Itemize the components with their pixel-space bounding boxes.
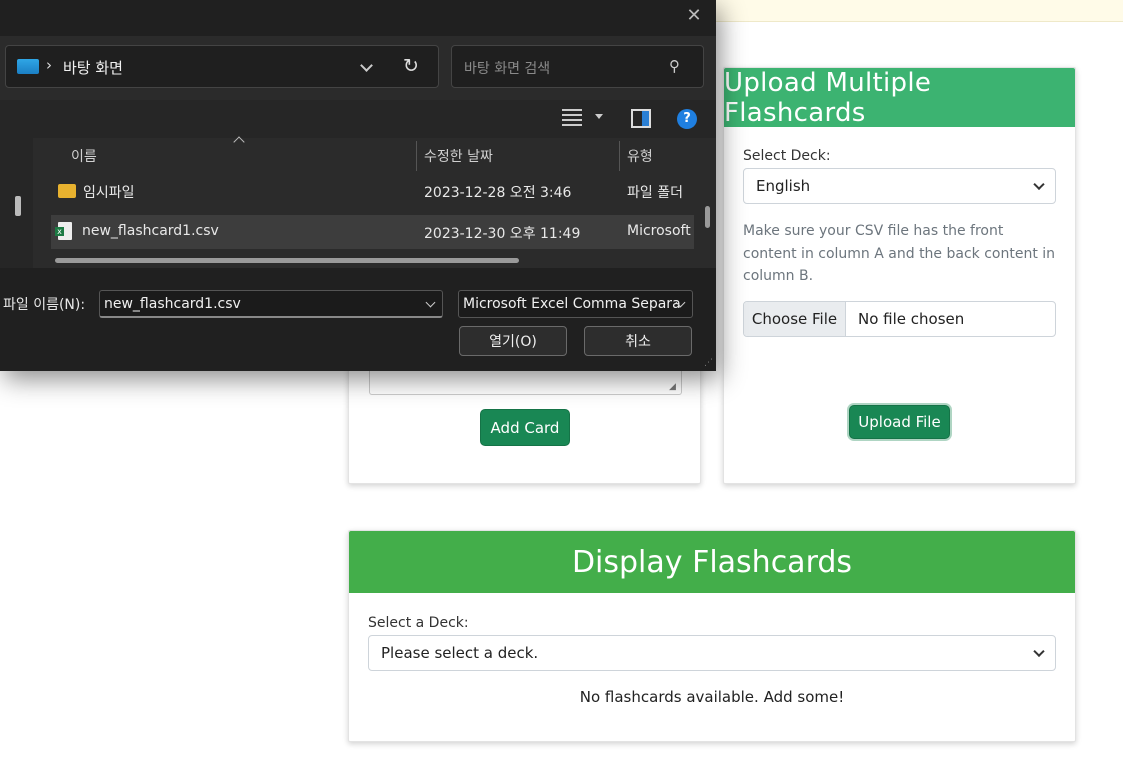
display-flashcards-card: Display Flashcards Select a Deck: Please… bbox=[348, 530, 1076, 742]
column-header-name[interactable]: 이름 bbox=[71, 146, 97, 166]
address-bar[interactable]: › 바탕 화면 ↻ bbox=[5, 45, 439, 88]
filetype-value: Microsoft Excel Comma Separa bbox=[463, 296, 681, 312]
file-open-dialog: ✕ › 바탕 화면 ↻ 바탕 화면 검색 ⚲ ? 이름 수정한 날짜 유형 임시… bbox=[0, 0, 716, 371]
chevron-down-icon[interactable] bbox=[425, 297, 436, 308]
filename-value: new_flashcard1.csv bbox=[104, 296, 241, 312]
address-path: 바탕 화면 bbox=[63, 59, 123, 77]
horizontal-scrollbar[interactable] bbox=[55, 258, 519, 263]
cancel-button[interactable]: 취소 bbox=[584, 326, 692, 356]
desktop-folder-icon bbox=[17, 59, 39, 74]
refresh-icon[interactable]: ↻ bbox=[403, 56, 423, 76]
select-deck-label: Select Deck: bbox=[743, 148, 831, 164]
chevron-down-icon bbox=[1033, 178, 1045, 191]
chevron-down-icon bbox=[1033, 645, 1045, 658]
search-icon: ⚲ bbox=[669, 57, 680, 75]
file-type: 파일 폴더 bbox=[627, 185, 683, 201]
breadcrumb-separator-icon: › bbox=[46, 56, 52, 74]
search-input[interactable]: 바탕 화면 검색 ⚲ bbox=[451, 45, 704, 88]
add-card-button[interactable]: Add Card bbox=[480, 409, 570, 446]
search-placeholder: 바탕 화면 검색 bbox=[464, 61, 551, 77]
vertical-scrollbar[interactable] bbox=[705, 206, 710, 228]
file-modified: 2023-12-30 오후 11:49 bbox=[424, 226, 581, 242]
resize-grip-icon[interactable]: ◢ bbox=[669, 383, 678, 392]
column-divider[interactable] bbox=[619, 141, 620, 171]
navigation-pane[interactable] bbox=[0, 138, 33, 268]
notice-banner bbox=[716, 0, 1123, 22]
file-name: new_flashcard1.csv bbox=[82, 223, 219, 239]
upload-flashcards-card: Upload Multiple Flashcards Select Deck: … bbox=[723, 67, 1076, 484]
view-options-icon[interactable] bbox=[562, 109, 582, 127]
select-a-deck-label: Select a Deck: bbox=[368, 615, 469, 631]
choose-file-button[interactable]: Choose File bbox=[744, 302, 846, 336]
column-header-type[interactable]: 유형 bbox=[627, 146, 653, 166]
file-status: No file chosen bbox=[858, 310, 965, 328]
filename-label: 파일 이름(N): bbox=[3, 297, 86, 313]
file-list: 이름 수정한 날짜 유형 임시파일 2023-12-28 오전 3:46 파일 … bbox=[33, 136, 716, 268]
dialog-footer: 파일 이름(N): new_flashcard1.csv Microsoft E… bbox=[0, 268, 716, 371]
column-header-modified[interactable]: 수정한 날짜 bbox=[424, 146, 493, 166]
csv-file-icon bbox=[55, 222, 72, 240]
chevron-down-icon[interactable] bbox=[360, 59, 373, 72]
csv-help-text: Make sure your CSV file has the front co… bbox=[743, 223, 1056, 284]
display-deck-select[interactable]: Please select a deck. bbox=[368, 635, 1056, 671]
folder-icon bbox=[58, 184, 76, 198]
upload-file-button[interactable]: Upload File bbox=[849, 405, 950, 439]
help-icon[interactable]: ? bbox=[677, 109, 697, 129]
file-row-csv[interactable]: new_flashcard1.csv 2023-12-30 오후 11:49 M… bbox=[51, 215, 694, 249]
file-modified: 2023-12-28 오전 3:46 bbox=[424, 185, 572, 201]
resize-grip-icon[interactable]: ⋰ bbox=[704, 358, 713, 368]
csv-file-input[interactable]: Choose File No file chosen bbox=[743, 301, 1056, 337]
filename-input[interactable]: new_flashcard1.csv bbox=[99, 290, 443, 318]
deck-select[interactable]: English bbox=[743, 168, 1056, 204]
sort-ascending-icon bbox=[233, 136, 245, 148]
deck-select-value: English bbox=[756, 177, 811, 195]
close-icon[interactable]: ✕ bbox=[686, 7, 702, 25]
nav-scrollbar[interactable] bbox=[15, 196, 21, 216]
empty-state-message: No flashcards available. Add some! bbox=[579, 688, 845, 706]
dialog-titlebar: ✕ bbox=[0, 0, 716, 36]
column-divider[interactable] bbox=[416, 141, 417, 171]
upload-card-title: Upload Multiple Flashcards bbox=[724, 68, 1075, 128]
file-row-folder[interactable]: 임시파일 2023-12-28 오전 3:46 파일 폴더 bbox=[51, 174, 694, 208]
file-type: Microsoft bbox=[627, 223, 691, 239]
display-card-title: Display Flashcards bbox=[349, 531, 1075, 593]
dialog-toolbar: ? bbox=[0, 100, 716, 138]
view-dropdown-icon[interactable] bbox=[595, 114, 603, 119]
display-deck-select-value: Please select a deck. bbox=[381, 644, 539, 662]
open-button[interactable]: 열기(O) bbox=[459, 326, 567, 356]
filetype-select[interactable]: Microsoft Excel Comma Separa bbox=[458, 290, 693, 318]
file-name: 임시파일 bbox=[83, 185, 135, 201]
preview-pane-icon[interactable] bbox=[631, 109, 651, 128]
